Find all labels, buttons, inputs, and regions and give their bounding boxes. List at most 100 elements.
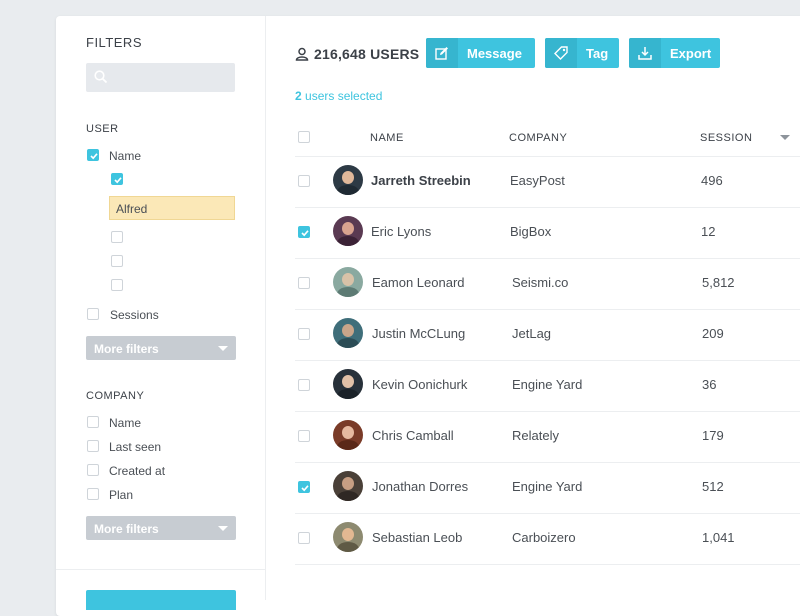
- edit-icon: [435, 47, 448, 60]
- company-plan-label: Plan: [109, 488, 134, 502]
- user-name[interactable]: Justin McCLung: [372, 326, 465, 341]
- export-button[interactable]: Export: [629, 38, 720, 68]
- company-name-checkbox[interactable]: [87, 416, 99, 428]
- user-name[interactable]: Sebastian Leob: [372, 530, 462, 545]
- user-icon: [295, 47, 309, 61]
- sort-desc-icon[interactable]: [780, 135, 790, 140]
- user-name-label: Name: [109, 149, 142, 163]
- sessions-checkbox[interactable]: [87, 308, 99, 320]
- table-header: NAME COMPANY SESSION: [295, 130, 800, 157]
- chevron-down-icon: [218, 526, 228, 531]
- company-name-label: Name: [109, 416, 142, 430]
- user-more-filters-button[interactable]: More filters: [86, 336, 236, 360]
- company-name: Seismi.co: [512, 275, 569, 290]
- more-filters-label: More filters: [94, 522, 159, 536]
- company-plan-checkbox[interactable]: [87, 488, 99, 500]
- row-checkbox[interactable]: [298, 532, 310, 544]
- chevron-down-icon: [218, 346, 228, 351]
- company-name: Relately: [512, 428, 559, 443]
- user-name[interactable]: Eamon Leonard: [372, 275, 465, 290]
- column-company[interactable]: COMPANY: [509, 132, 567, 144]
- search-icon: [94, 70, 108, 84]
- table-row[interactable]: Chris Camball Relately 179: [295, 411, 800, 463]
- user-count-text: 216,648 USERS: [314, 46, 420, 62]
- user-name-option-checkbox[interactable]: [111, 279, 123, 291]
- user-name-option-checkbox[interactable]: [111, 255, 123, 267]
- selected-suffix: users selected: [301, 89, 383, 103]
- row-checkbox[interactable]: [298, 277, 310, 289]
- filter-search-input[interactable]: [86, 63, 235, 92]
- user-name-sub-checkbox[interactable]: [111, 173, 123, 185]
- column-name[interactable]: NAME: [370, 132, 404, 144]
- company-name: Engine Yard: [512, 377, 583, 392]
- select-all-checkbox[interactable]: [298, 131, 310, 143]
- check-icon: [90, 153, 98, 160]
- company-name: JetLag: [512, 326, 552, 341]
- table-row[interactable]: Kevin Oonichurk Engine Yard 36: [295, 360, 800, 412]
- check-icon: [301, 485, 309, 492]
- row-checkbox[interactable]: [298, 379, 310, 391]
- session-count: 1,041: [702, 530, 735, 545]
- table-row[interactable]: Eric Lyons BigBox 12: [295, 207, 800, 259]
- user-name-option-checkbox[interactable]: [111, 231, 123, 243]
- name-filter-input[interactable]: Alfred: [109, 196, 235, 220]
- company-section-title: COMPANY: [86, 390, 145, 402]
- session-count: 36: [702, 377, 717, 392]
- row-checkbox[interactable]: [298, 175, 310, 187]
- users-panel: FILTERS USER Name Alfred Sessions More f…: [56, 16, 800, 616]
- table-row[interactable]: Jonathan Dorres Engine Yard 512: [295, 462, 800, 514]
- message-button[interactable]: Message: [426, 38, 535, 68]
- row-checkbox[interactable]: [298, 430, 310, 442]
- session-count: 512: [702, 479, 724, 494]
- user-name[interactable]: Jarreth Streebin: [371, 173, 471, 188]
- company-name: BigBox: [510, 224, 552, 239]
- filters-sidebar: FILTERS USER Name Alfred Sessions More f…: [56, 16, 266, 610]
- company-last-seen-label: Last seen: [109, 440, 162, 454]
- avatar: [333, 369, 363, 399]
- user-name[interactable]: Jonathan Dorres: [372, 479, 468, 494]
- user-count: 216,648 USERS: [295, 46, 419, 62]
- table-row[interactable]: Sebastian Leob Carboizero 1,041: [295, 513, 800, 565]
- user-name-checkbox[interactable]: [87, 149, 99, 161]
- table-row[interactable]: Jarreth Streebin EasyPost 496: [295, 156, 800, 208]
- user-name[interactable]: Kevin Oonichurk: [372, 377, 467, 392]
- avatar: [333, 471, 363, 501]
- session-count: 179: [702, 428, 724, 443]
- company-created-at-checkbox[interactable]: [87, 464, 99, 476]
- session-count: 209: [702, 326, 724, 341]
- row-checkbox[interactable]: [298, 226, 310, 238]
- company-name: EasyPost: [510, 173, 565, 188]
- tag-icon: [554, 46, 568, 60]
- company-name: Carboizero: [512, 530, 576, 545]
- column-session[interactable]: SESSION: [700, 132, 752, 144]
- row-checkbox[interactable]: [298, 481, 310, 493]
- session-count: 5,812: [702, 275, 735, 290]
- table-row[interactable]: Justin McCLung JetLag 209: [295, 309, 800, 361]
- user-section-title: USER: [86, 123, 119, 135]
- users-main: 216,648 USERS Message Tag Export 2 users…: [266, 16, 800, 600]
- user-name[interactable]: Eric Lyons: [371, 224, 431, 239]
- company-created-at-label: Created at: [109, 464, 166, 478]
- apply-filters-button[interactable]: [86, 590, 236, 610]
- session-count: 12: [701, 224, 716, 239]
- avatar: [333, 267, 363, 297]
- user-name[interactable]: Chris Camball: [372, 428, 454, 443]
- sidebar-divider: [56, 569, 265, 570]
- check-icon: [114, 177, 122, 184]
- sessions-label: Sessions: [110, 308, 159, 322]
- row-checkbox[interactable]: [298, 328, 310, 340]
- tag-button[interactable]: Tag: [545, 38, 619, 68]
- export-label: Export: [670, 46, 712, 61]
- more-filters-label: More filters: [94, 342, 159, 356]
- avatar: [333, 420, 363, 450]
- message-label: Message: [467, 46, 522, 61]
- filters-title: FILTERS: [86, 35, 142, 50]
- selected-count: 2: [295, 89, 302, 103]
- company-more-filters-button[interactable]: More filters: [86, 516, 236, 540]
- session-count: 496: [701, 173, 723, 188]
- avatar: [333, 318, 363, 348]
- company-last-seen-checkbox[interactable]: [87, 440, 99, 452]
- table-row[interactable]: Eamon Leonard Seismi.co 5,812: [295, 258, 800, 310]
- check-icon: [301, 230, 309, 237]
- download-icon: [638, 47, 652, 60]
